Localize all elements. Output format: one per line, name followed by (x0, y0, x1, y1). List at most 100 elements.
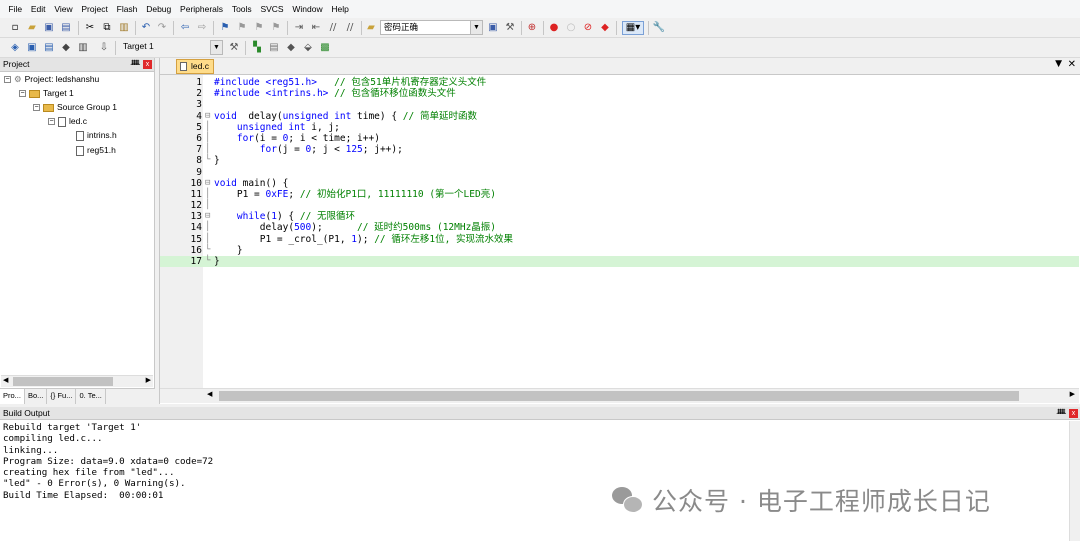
bookmark-icon[interactable]: ⚑ (218, 21, 232, 35)
nav-back-icon[interactable]: ⇦ (178, 21, 192, 35)
pin-icon[interactable]: ᚙ (131, 58, 140, 71)
tab-functions[interactable]: {} Fu... (47, 389, 77, 404)
scroll-right-icon[interactable]: ▶ (1070, 390, 1075, 398)
code-line[interactable]: 11 │ P1 = 0xFE; // 初始化P1口, 11111110 (第一个L… (160, 189, 1079, 200)
collapse-icon[interactable]: − (48, 118, 55, 125)
unindent-icon[interactable]: ⇤ (309, 21, 323, 35)
scroll-right-icon[interactable]: ▶ (146, 376, 151, 384)
scroll-left-icon[interactable]: ◀ (3, 376, 8, 384)
batch-build-icon[interactable]: ◆ (59, 41, 73, 55)
tree-item-target[interactable]: − Target 1 (19, 87, 74, 100)
tree-item-source-group[interactable]: − Source Group 1 (33, 101, 117, 114)
scroll-thumb[interactable] (219, 391, 1019, 401)
build-icon[interactable]: ▣ (25, 41, 39, 55)
code-line[interactable]: 7 │ for(j = 0; j < 125; j++); (160, 144, 1079, 155)
collapse-icon[interactable]: − (19, 90, 26, 97)
window-layout-icon[interactable]: ▦▾ (622, 21, 644, 35)
breakpoint-icon[interactable]: ● (547, 21, 561, 35)
cut-icon[interactable]: ✂ (83, 21, 97, 35)
save-all-icon[interactable]: ▤ (59, 21, 73, 35)
configure-icon[interactable]: 🔧 (652, 21, 666, 35)
collapse-icon[interactable]: − (4, 76, 11, 83)
close-icon[interactable]: ✕ (1068, 59, 1076, 70)
menu-window[interactable]: Window (288, 0, 327, 18)
rebuild-icon[interactable]: ▤ (42, 41, 56, 55)
menu-debug[interactable]: Debug (142, 0, 176, 18)
menu-flash[interactable]: Flash (112, 0, 142, 18)
save-icon[interactable]: ▣ (42, 21, 56, 35)
comment-icon[interactable]: // (326, 21, 340, 35)
code-line[interactable]: 8 └} (160, 155, 1079, 166)
download-icon[interactable]: ⇩ (97, 41, 111, 55)
bookmark-clear-icon[interactable]: ⚑ (269, 21, 283, 35)
close-icon[interactable]: x (143, 60, 152, 69)
incremental-find-icon[interactable]: ⚒ (503, 21, 517, 35)
run-time-env-icon[interactable]: ⬙ (301, 41, 315, 55)
packs-icon[interactable]: ▩ (318, 41, 332, 55)
pack-installer-icon[interactable]: ◆ (284, 41, 298, 55)
tab-led-c[interactable]: led.c (176, 59, 214, 74)
code-line[interactable]: 16 └ } (160, 245, 1079, 256)
target-combo[interactable]: Target 1 ▼ (120, 40, 223, 55)
code-line[interactable]: 13 ⊟ while(1) { // 无限循环 (160, 211, 1079, 222)
editor-horizontal-scrollbar[interactable]: ◀ ▶ (160, 388, 1079, 403)
chevron-down-icon[interactable]: ▼ (210, 40, 223, 55)
collapse-icon[interactable]: − (33, 104, 40, 111)
menu-svcs[interactable]: SVCS (256, 0, 288, 18)
manage-project-icon[interactable]: ▚ (250, 41, 264, 55)
debug-session-icon[interactable]: ⊕ (525, 21, 539, 35)
target-options-icon[interactable]: ⚒ (227, 41, 241, 55)
breakpoint-kill-all-icon[interactable]: ◆ (598, 21, 612, 35)
code-line[interactable]: 4 ⊟ void delay(unsigned int time) { // 简单延… (160, 111, 1079, 122)
find-icon[interactable]: ▣ (486, 21, 500, 35)
tree-item-led-c[interactable]: − led.c (48, 115, 87, 128)
code-area[interactable]: 1 #include <reg51.h> // 包含51单片机寄存器定义头文件 2 #… (160, 77, 1079, 268)
code-line[interactable]: 9 (160, 167, 1079, 178)
tree-item-reg51-h[interactable]: reg51.h (76, 144, 116, 157)
code-line[interactable]: 2 #include <intrins.h> // 包含循环移位函数头文件 (160, 88, 1079, 99)
code-line[interactable]: 12 │ (160, 200, 1079, 211)
uncomment-icon[interactable]: // (343, 21, 357, 35)
scroll-thumb[interactable] (13, 377, 113, 386)
close-icon[interactable]: x (1069, 409, 1078, 418)
menu-edit[interactable]: Edit (26, 0, 49, 18)
chevron-down-icon[interactable]: ▼ (470, 21, 482, 34)
code-line[interactable]: 5 │ unsigned int i, j; (160, 122, 1079, 133)
redo-icon[interactable]: ↷ (155, 21, 169, 35)
tab-templates[interactable]: 0. Te... (76, 389, 106, 404)
new-file-icon[interactable]: ▫ (8, 21, 22, 35)
stop-build-icon[interactable]: ▥ (76, 41, 90, 55)
build-output-vertical-scrollbar[interactable] (1069, 421, 1080, 541)
code-line[interactable]: 15 │ P1 = _crol_(P1, 1); // 循环左移1位, 实现流水效… (160, 234, 1079, 245)
code-line[interactable]: 10 ⊟ void main() { (160, 178, 1079, 189)
fold-toggle-icon[interactable]: ⊟ (205, 111, 213, 122)
code-line[interactable]: 1 #include <reg51.h> // 包含51单片机寄存器定义头文件 (160, 77, 1079, 88)
find-in-files-icon[interactable]: ▰ (364, 21, 378, 35)
chevron-down-icon[interactable]: ▼ (1055, 59, 1062, 69)
breakpoint-kill-icon[interactable]: ⊘ (581, 21, 595, 35)
breakpoint-disable-icon[interactable]: ○ (564, 21, 578, 35)
menu-file[interactable]: File (4, 0, 26, 18)
menu-tools[interactable]: Tools (227, 0, 256, 18)
indent-icon[interactable]: ⇥ (292, 21, 306, 35)
tree-item-project[interactable]: − ⚙ Project: ledshanshu (4, 73, 99, 86)
fold-toggle-icon[interactable]: ⊟ (205, 178, 213, 189)
pin-icon[interactable]: ᚙ (1057, 407, 1066, 420)
select-packs-icon[interactable]: ▤ (267, 41, 281, 55)
search-combo[interactable]: 密码正确 ▼ (380, 20, 483, 35)
compile-icon[interactable]: ◈ (8, 41, 22, 55)
menu-peripherals[interactable]: Peripherals (176, 0, 228, 18)
copy-icon[interactable]: ⧉ (100, 21, 114, 35)
bookmark-next-icon[interactable]: ⚑ (252, 21, 266, 35)
project-horizontal-scrollbar[interactable]: ◀ ▶ (1, 375, 153, 387)
code-line[interactable]: 14 │ delay(500); // 延时约500ms (12MHz晶振) (160, 222, 1079, 233)
undo-icon[interactable]: ↶ (139, 21, 153, 35)
bookmark-prev-icon[interactable]: ⚑ (235, 21, 249, 35)
build-output-text[interactable]: Rebuild target 'Target 1' compiling led.c… (3, 422, 213, 501)
tree-item-intrins-h[interactable]: intrins.h (76, 129, 117, 142)
tab-books[interactable]: Bo... (25, 389, 48, 404)
code-line[interactable]: 6 │ for(i = 0; i < time; i++) (160, 133, 1079, 144)
menu-view[interactable]: View (50, 0, 77, 18)
nav-forward-icon[interactable]: ⇨ (195, 21, 209, 35)
code-line[interactable]: 17 └} (160, 256, 1079, 268)
